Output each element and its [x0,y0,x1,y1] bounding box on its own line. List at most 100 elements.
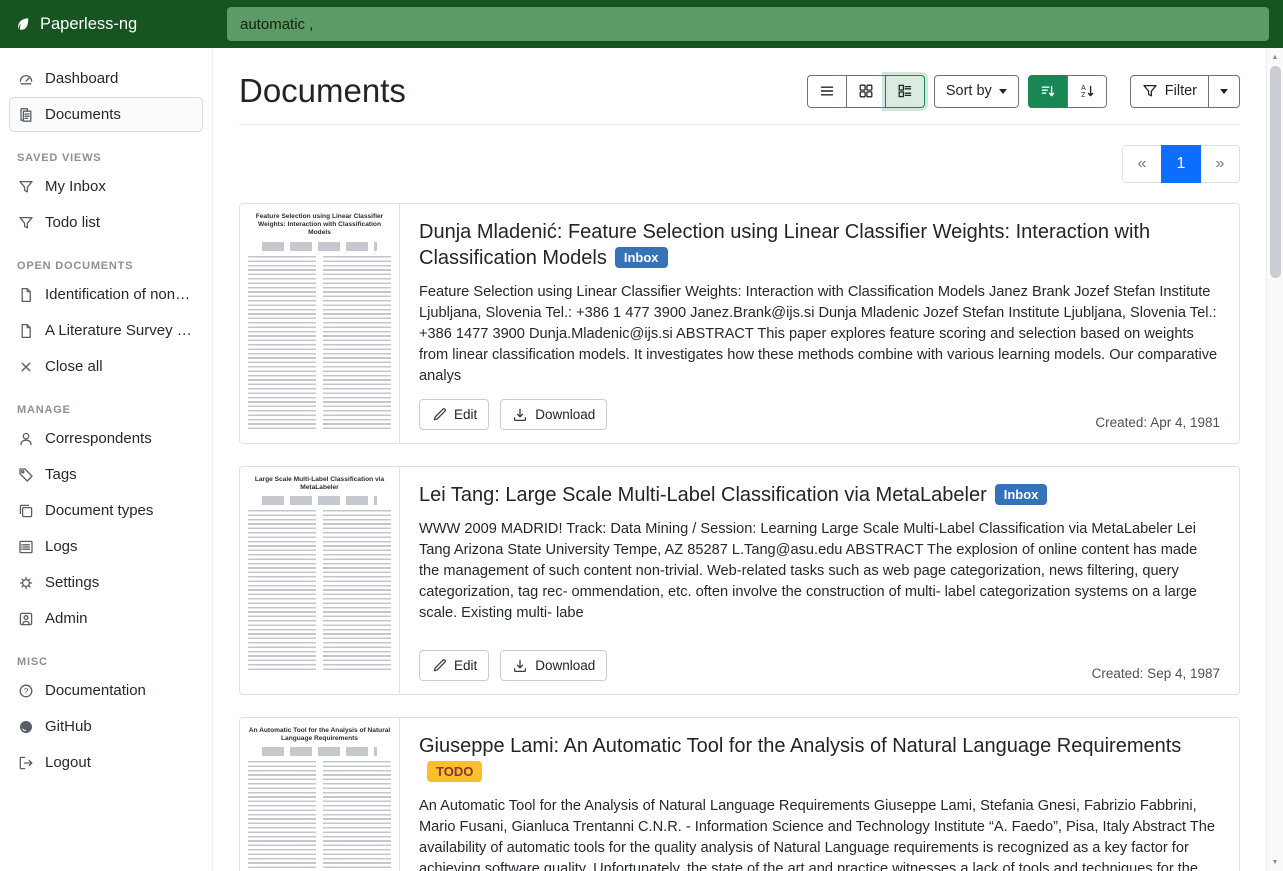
card-actions: Edit Download Created: Sep 4, 1987 [419,638,1220,681]
paperless-logo-icon [15,16,31,32]
created-date: Created: Sep 4, 1987 [1092,666,1220,681]
scrollbar-thumb[interactable] [1270,66,1281,278]
sidebar-item-label: A Literature Survey on ... [45,322,194,339]
document-excerpt: WWW 2009 MADRID! Track: Data Mining / Se… [419,519,1220,624]
document-types-icon [18,503,34,519]
scroll-up-arrow[interactable]: ▲ [1267,50,1283,64]
section-manage: MANAGE [17,404,195,416]
document-card-body: Lei Tang: Large Scale Multi-Label Classi… [400,467,1239,694]
document-card: Feature Selection using Linear Classifie… [239,203,1240,444]
documents-toolbar: Sort by AZ [807,75,1240,108]
list-view-icon [819,83,835,99]
document-excerpt: An Automatic Tool for the Analysis of Na… [419,796,1220,871]
funnel-icon [18,179,34,195]
filter-label: Filter [1165,83,1197,99]
question-icon: ? [18,683,34,699]
view-grid-button[interactable] [846,75,886,108]
sidebar-item-logout[interactable]: Logout [9,745,203,780]
sidebar-item-my-inbox[interactable]: My Inbox [9,169,203,204]
sidebar-item-correspondents[interactable]: Correspondents [9,421,203,456]
sidebar-item-label: Correspondents [45,430,152,447]
brand-link[interactable]: Paperless-ng [0,0,213,48]
thumbnail-body [248,510,391,673]
funnel-icon [1142,83,1158,99]
document-card-body: Dunja Mladenić: Feature Selection using … [400,204,1239,443]
download-button[interactable]: Download [500,650,607,681]
filter-dropdown-toggle[interactable] [1208,75,1240,108]
sidebar-item-todo-list[interactable]: Todo list [9,205,203,240]
tag-badge[interactable]: TODO [427,761,482,782]
sidebar-item-tags[interactable]: Tags [9,457,203,492]
pagination-page-1[interactable]: 1 [1161,145,1201,183]
gear-icon [18,575,34,591]
sidebar-item-documentation[interactable]: ? Documentation [9,673,203,708]
sidebar-item-close-all[interactable]: Close all [9,349,203,384]
thumbnail-title: An Automatic Tool for the Analysis of Na… [248,727,391,743]
sort-by-dropdown[interactable]: Sort by [934,75,1019,108]
sort-descending-button[interactable] [1028,75,1068,108]
section-misc: MISC [17,656,195,668]
scroll-down-arrow[interactable]: ▼ [1267,855,1283,869]
main-content: Documents [213,48,1266,871]
tag-badge[interactable]: Inbox [615,247,668,268]
scrollbar[interactable]: ▲ ▼ [1266,48,1283,871]
document-title[interactable]: Lei Tang: Large Scale Multi-Label Classi… [419,482,1220,508]
pencil-icon [431,658,447,674]
document-title[interactable]: Dunja Mladenić: Feature Selection using … [419,219,1220,271]
sidebar-item-label: Documents [45,106,121,123]
download-label: Download [535,658,595,673]
documents-icon [18,107,34,123]
sort-alphabetical-button[interactable]: AZ [1067,75,1107,108]
sidebar-item-admin[interactable]: Admin [9,601,203,636]
view-list-button[interactable] [807,75,847,108]
sidebar-item-dashboard[interactable]: Dashboard [9,61,203,96]
edit-button[interactable]: Edit [419,650,489,681]
card-actions: Edit Download Created: Apr 4, 1981 [419,387,1220,430]
download-icon [512,658,528,674]
view-details-button[interactable] [885,75,925,108]
sidebar-item-documents[interactable]: Documents [9,97,203,132]
sidebar-item-open-document-2[interactable]: A Literature Survey on ... [9,313,203,348]
logout-icon [18,755,34,771]
document-thumbnail[interactable]: An Automatic Tool for the Analysis of Na… [240,718,400,871]
top-navbar: Paperless-ng [0,0,1283,48]
details-view-icon [897,83,913,99]
document-title[interactable]: Giuseppe Lami: An Automatic Tool for the… [419,733,1220,785]
sidebar-item-label: Todo list [45,214,100,231]
pagination-next[interactable]: » [1200,145,1240,183]
section-open-documents: OPEN DOCUMENTS [17,260,195,272]
sidebar-item-logs[interactable]: Logs [9,529,203,564]
thumbnail-title: Feature Selection using Linear Classifie… [248,213,391,238]
sidebar-item-label: Tags [45,466,77,483]
admin-icon [18,611,34,627]
edit-label: Edit [454,407,477,422]
sidebar-item-label: Settings [45,574,99,591]
chevron-down-icon [1220,89,1228,94]
sort-descending-icon [1040,83,1056,99]
brand-title: Paperless-ng [40,15,137,34]
edit-button[interactable]: Edit [419,399,489,430]
document-list: Feature Selection using Linear Classifie… [239,203,1240,871]
pagination-previous[interactable]: « [1122,145,1162,183]
sidebar-item-open-document-1[interactable]: Identification of non-fu... [9,277,203,312]
thumbnail-title: Large Scale Multi-Label Classification v… [248,476,391,492]
document-thumbnail[interactable]: Feature Selection using Linear Classifie… [240,204,400,443]
global-search-input[interactable] [227,7,1269,41]
document-thumbnail[interactable]: Large Scale Multi-Label Classification v… [240,467,400,694]
sidebar-item-label: Documentation [45,682,146,699]
sidebar-item-label: My Inbox [45,178,106,195]
file-icon [18,287,34,303]
sidebar-item-settings[interactable]: Settings [9,565,203,600]
search-bar [213,0,1283,48]
pagination-row: « 1 » [239,145,1240,183]
edit-label: Edit [454,658,477,673]
download-button[interactable]: Download [500,399,607,430]
dashboard-icon [18,71,34,87]
sidebar-item-github[interactable]: GitHub [9,709,203,744]
close-icon [18,359,34,375]
sidebar-item-document-types[interactable]: Document types [9,493,203,528]
tag-badge[interactable]: Inbox [995,484,1048,505]
page-title: Documents [239,72,406,110]
sidebar: Dashboard Documents SAVED VIEWS My Inbox… [0,48,213,871]
filter-button[interactable]: Filter [1130,75,1209,108]
